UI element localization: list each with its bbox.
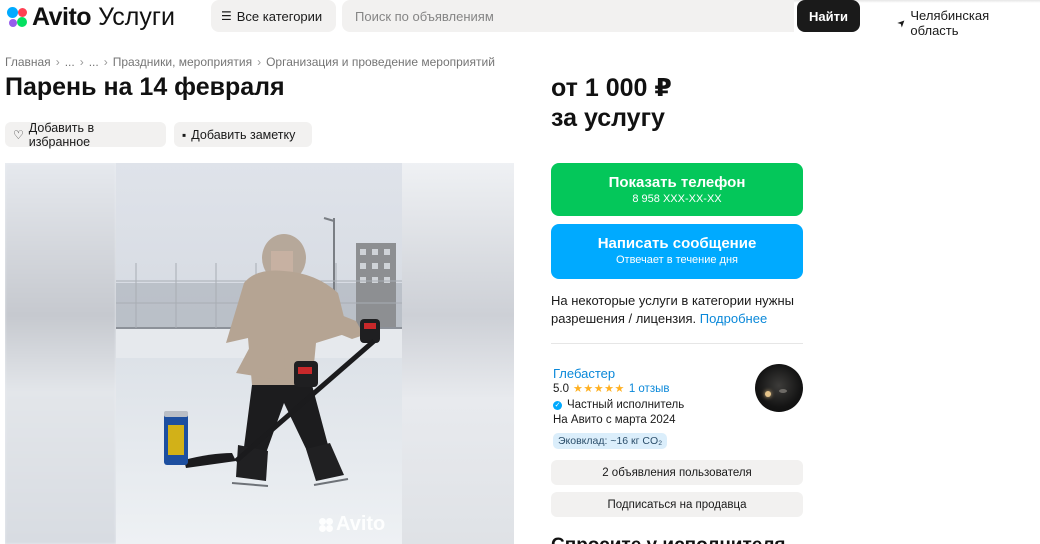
logo-dots-icon xyxy=(6,6,28,28)
photo-blur-right xyxy=(402,163,514,544)
search-button[interactable]: Найти xyxy=(797,0,860,32)
chevron-right-icon: › xyxy=(103,55,108,69)
add-to-favorites-button[interactable]: ♡ Добавить в избранное xyxy=(5,120,166,149)
price-value: от 1 000 ₽ xyxy=(551,74,672,102)
region-selector[interactable]: ➤ Челябинская область xyxy=(895,8,1040,38)
divider xyxy=(551,343,803,344)
seller-type: ✓ Частный исполнитель xyxy=(553,399,684,411)
rating-stars-icon: ★★★★★ xyxy=(573,383,625,395)
show-phone-label: Показать телефон xyxy=(608,174,746,191)
chevron-right-icon: › xyxy=(55,55,60,69)
heart-icon: ♡ xyxy=(13,127,24,142)
avito-watermark: Avito xyxy=(319,513,385,536)
seller-rating: 5.0 ★★★★★ 1 отзыв xyxy=(553,382,670,396)
license-more-link[interactable]: Подробнее xyxy=(700,311,767,326)
chevron-right-icon: › xyxy=(257,55,262,69)
region-label: Челябинская область xyxy=(910,8,990,38)
show-phone-button[interactable]: Показать телефон 8 958 XXX-XX-XX xyxy=(551,163,803,216)
subscribe-seller-button[interactable]: Подписаться на продавца xyxy=(551,492,803,517)
location-arrow-icon: ➤ xyxy=(895,16,910,30)
seller-name-link[interactable]: Глебастер xyxy=(553,366,615,381)
add-note-label: Добавить заметку xyxy=(191,127,296,142)
price-block: от 1 000 ₽ за услугу xyxy=(551,73,672,133)
all-categories-button[interactable]: ☰ Все категории xyxy=(211,0,336,32)
add-to-favorites-label: Добавить в избранное xyxy=(28,120,95,149)
watermark-dots-icon xyxy=(319,517,333,532)
breadcrumb-item-home[interactable]: Главная xyxy=(5,55,51,69)
breadcrumb-item-collapsed[interactable]: ... xyxy=(65,55,75,69)
seller-since: На Авито с марта 2024 xyxy=(553,414,676,426)
seller-avatar[interactable] xyxy=(755,364,803,412)
all-categories-label: Все категории xyxy=(236,8,323,24)
photo-image xyxy=(116,163,402,544)
rating-value: 5.0 xyxy=(553,382,569,395)
chevron-right-icon: › xyxy=(79,55,84,69)
license-notice: На некоторые услуги в категории нужны ра… xyxy=(551,292,813,327)
breadcrumb-item-events[interactable]: Организация и проведение мероприятий xyxy=(266,55,495,69)
note-icon: ▪ xyxy=(182,127,187,142)
avito-logo[interactable]: Avito Услуги xyxy=(6,2,175,32)
search-input[interactable] xyxy=(355,8,794,24)
write-message-button[interactable]: Написать сообщение Отвечает в течение дн… xyxy=(551,224,803,279)
listing-photo[interactable]: Avito xyxy=(5,163,514,544)
breadcrumb-item-holidays[interactable]: Праздники, мероприятия xyxy=(113,55,252,69)
ask-seller-heading: Спросите у исполнителя xyxy=(551,535,786,544)
seller-ads-button[interactable]: 2 объявления пользователя xyxy=(551,460,803,485)
verified-check-icon: ✓ xyxy=(553,400,562,410)
response-time-label: Отвечает в течение дня xyxy=(615,254,739,266)
seller-type-label: Частный исполнитель xyxy=(567,399,685,411)
reviews-link[interactable]: 1 отзыв xyxy=(629,383,670,395)
photo-blur-left xyxy=(5,163,116,544)
write-message-label: Написать сообщение xyxy=(597,235,757,252)
breadcrumb-item-collapsed[interactable]: ... xyxy=(89,55,99,69)
logo-subtitle: Услуги xyxy=(98,2,175,31)
add-note-button[interactable]: ▪ Добавить заметку xyxy=(174,122,312,147)
phone-number-masked: 8 958 XXX-XX-XX xyxy=(632,193,722,205)
eco-contribution-badge[interactable]: Эковклад: ~16 кг CO₂ xyxy=(553,433,668,449)
watermark-text: Avito xyxy=(336,513,386,535)
list-search-icon: ☰ xyxy=(221,9,232,23)
breadcrumb: Главная › ... › ... › Праздники, меропри… xyxy=(5,55,495,69)
page-title: Парень на 14 февраля xyxy=(5,73,285,101)
search-box[interactable] xyxy=(342,0,794,32)
logo-text: Avito xyxy=(32,2,92,31)
price-unit: за услугу xyxy=(551,104,665,132)
